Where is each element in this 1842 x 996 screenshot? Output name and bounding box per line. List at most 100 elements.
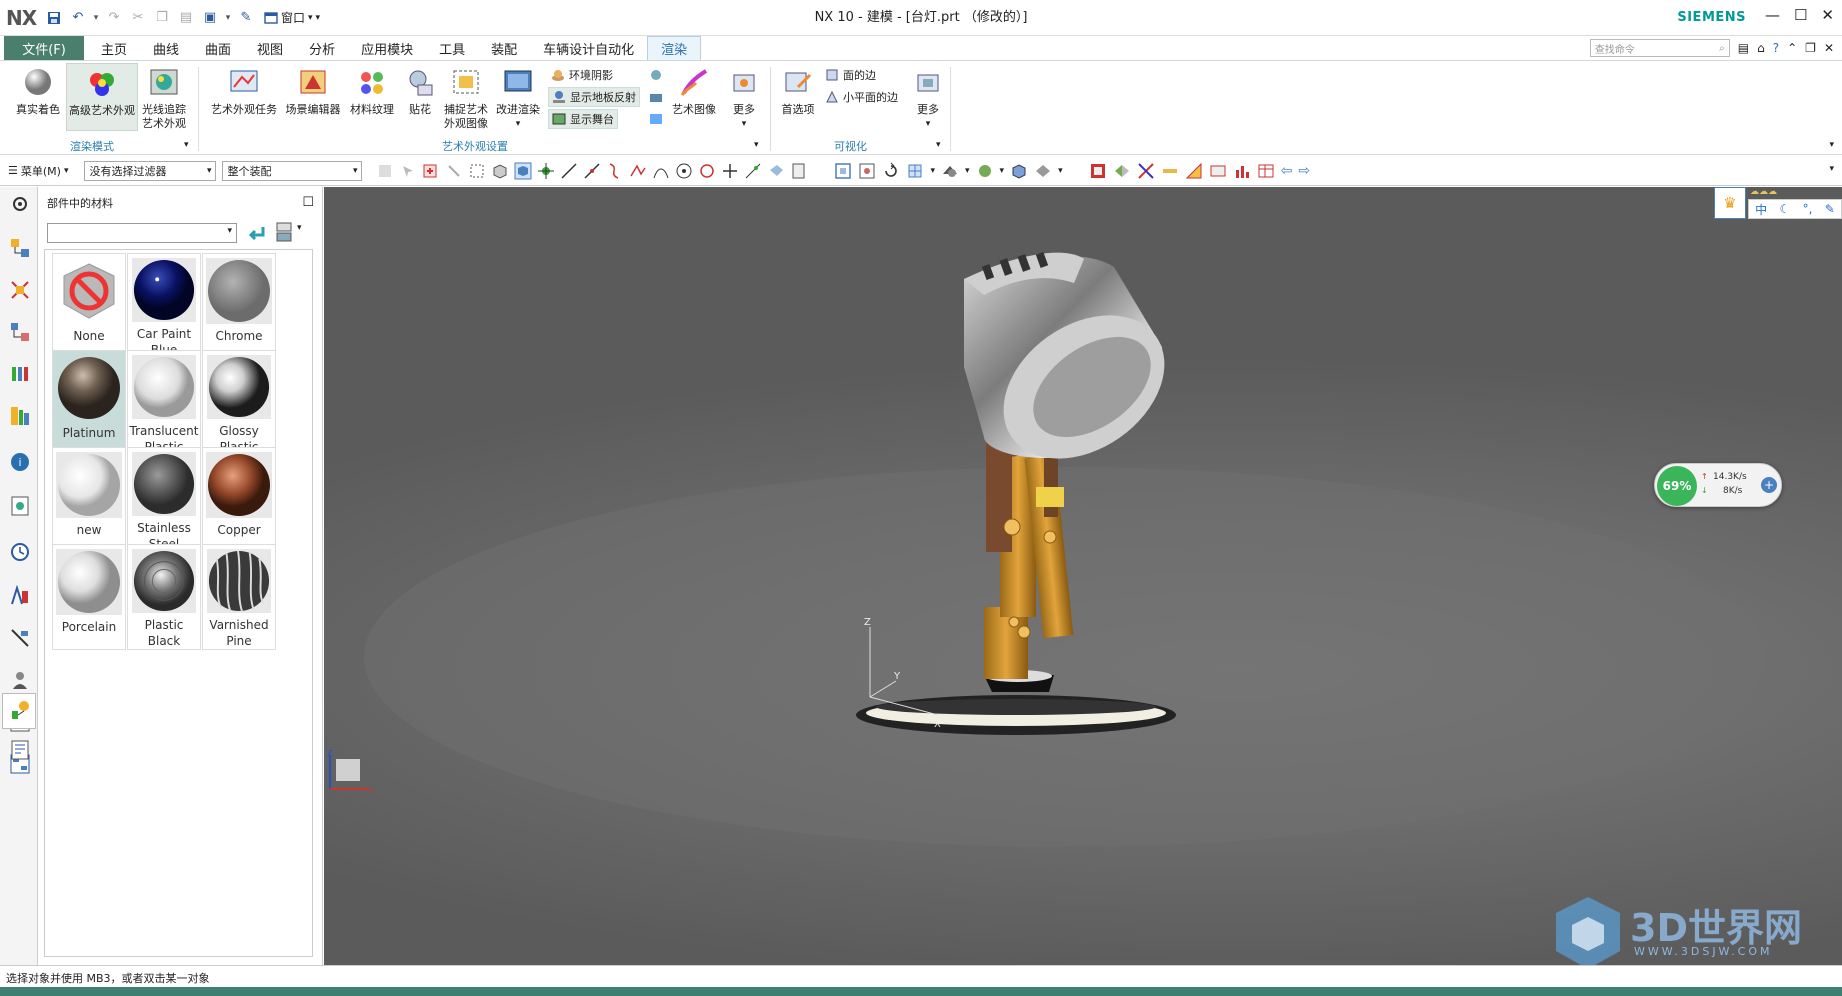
chevron-down-icon[interactable]: ▾ [1000,166,1005,176]
background-sphere-icon[interactable] [976,162,994,180]
maximize-panel-icon[interactable]: ☐ [302,195,314,210]
assembly-scope-select[interactable]: 整个装配 ▾ [222,160,363,181]
moon-icon[interactable]: ☾ [1780,202,1791,216]
tab-view[interactable]: 视图 [244,36,296,60]
advanced-studio-button[interactable]: 高级艺术外观 [66,63,138,131]
capture-studio-image-button[interactable]: 捕捉艺术外观图像 [440,67,492,131]
face-edges-toggle[interactable]: 面的边 [822,65,879,85]
midpoint-icon[interactable] [583,162,601,180]
art-more-button[interactable]: 更多 ▾ [726,67,762,131]
studio-task-button[interactable]: 艺术外观任务 [208,67,280,117]
rectangle-select-icon[interactable] [468,162,486,180]
material-porcelain[interactable]: Porcelain [52,544,126,650]
hd3d-tools-icon[interactable] [9,405,31,427]
floor-reflection-toggle[interactable]: 显示地板反射 [548,87,640,107]
collapse-ribbon-icon[interactable]: ⌃ [1787,41,1797,55]
grid-icon[interactable] [1209,162,1227,180]
clipping-icon[interactable] [1034,162,1052,180]
visualization-more-button[interactable]: 更多 ▾ [910,67,946,131]
zoom-icon[interactable] [858,162,876,180]
tab-analysis[interactable]: 分析 [296,36,348,60]
snap-point-icon[interactable] [537,162,555,180]
material-none[interactable]: None [52,253,126,359]
bounded-grid-icon[interactable] [790,162,808,180]
tab-application[interactable]: 应用模块 [348,36,426,60]
cut-icon[interactable]: ✂ [126,6,150,30]
deselect-icon[interactable] [445,162,463,180]
material-platinum[interactable]: Platinum [52,350,126,456]
material-copper[interactable]: Copper [202,447,276,553]
orient-view-icon[interactable] [906,162,924,180]
show-stage-toggle[interactable]: 显示舞台 [548,109,618,129]
preferences-button[interactable]: 首选项 [776,67,820,117]
forward-arrow-icon[interactable]: ⇨ [1298,163,1310,179]
help-back-icon[interactable]: ⌂ [1757,41,1765,55]
point-on-curve-icon[interactable] [744,162,762,180]
chevron-down-icon[interactable]: ▾ [965,166,970,176]
chevron-down-icon[interactable]: ▾ [930,166,935,176]
group-expand-icon[interactable]: ▾ [754,140,759,150]
save-icon[interactable] [42,6,66,30]
layer-settings-icon[interactable] [1089,162,1107,180]
intersection-icon[interactable] [652,162,670,180]
measure-icon[interactable] [1137,162,1155,180]
tab-surface[interactable]: 曲面 [192,36,244,60]
graphics-window[interactable]: Z X Y Z X ♛ ☁☁☁ 中 ☾ °, ✎ 69% ↑ ↓ 14.3K/s… [324,187,1842,965]
copy-icon[interactable]: ❐ [150,6,174,30]
ray-traced-studio-button[interactable]: 光线追踪艺术外观 [138,67,190,131]
punctuation-icon[interactable]: °, [1803,202,1813,216]
tab-tools[interactable]: 工具 [426,36,478,60]
assembly-navigator-icon[interactable] [9,237,31,259]
tab-curve[interactable]: 曲线 [140,36,192,60]
art-image-button[interactable]: 艺术图像 [670,67,718,117]
view-triad[interactable]: Z X [326,747,376,797]
ribbon-layout-icon[interactable]: ▤ [1738,41,1749,55]
material-texture-button[interactable]: 材料纹理 [344,67,400,117]
progressive-render-button[interactable]: 改进渲染 ▾ [492,67,544,131]
reuse-library-icon[interactable] [9,363,31,385]
solid-select-icon[interactable] [491,162,509,180]
arc-center-icon[interactable] [675,162,693,180]
tab-assembly[interactable]: 装配 [478,36,530,60]
paste-icon[interactable]: ▤ [174,6,198,30]
tab-vehicle-design[interactable]: 车辆设计自动化 [530,36,647,60]
small-tool-3[interactable] [646,109,666,129]
process-studio-icon[interactable] [9,585,31,607]
undo-icon[interactable]: ↶ [66,6,90,30]
group-expand-icon[interactable]: ▾ [936,140,941,150]
web-page-icon[interactable] [9,495,31,517]
repeat-command-icon[interactable]: ▣ [198,6,222,30]
touch-mode-icon[interactable]: ✎ [234,6,258,30]
material-glossy-plastic[interactable]: Glossy Plastic [202,350,276,456]
chevron-down-icon[interactable]: ▾ [297,223,302,233]
manufacturing-wizard-icon[interactable] [9,627,31,649]
search-icon[interactable]: ⌕ [1719,43,1725,54]
general-select-icon[interactable] [399,162,417,180]
add-icon[interactable]: + [1761,477,1777,493]
redo-icon[interactable]: ↷ [102,6,126,30]
gear-icon[interactable] [9,193,31,215]
ime-chinese-mode[interactable]: 中 [1755,201,1767,218]
minimize-icon[interactable]: — [1765,6,1780,24]
part-navigator-icon[interactable] [9,321,31,343]
decal-button[interactable]: 贴花 [400,67,440,117]
view-options-icon[interactable] [275,221,293,243]
apply-material-icon[interactable] [247,223,267,243]
rotate-icon[interactable] [882,162,900,180]
small-tool-2[interactable] [646,87,666,107]
distance-icon[interactable] [1161,162,1179,180]
dropdown-icon[interactable]: ▾ [90,6,102,30]
ribbon-options-icon[interactable]: ▾ [1829,140,1834,150]
curve-point-icon[interactable] [606,162,624,180]
constraint-navigator-icon[interactable] [9,279,31,301]
main-menu-button[interactable]: ☰ 菜单(M) ▾ [8,163,68,179]
table-icon[interactable] [1257,162,1275,180]
add-select-icon[interactable] [422,162,440,180]
existing-point-icon[interactable] [721,162,739,180]
material-new[interactable]: new [52,447,126,553]
role-icon[interactable] [9,669,31,691]
dropdown-icon[interactable]: ▾ [222,6,234,30]
edit-section-icon[interactable] [1010,162,1028,180]
chart-icon[interactable] [1233,162,1251,180]
textures-icon[interactable] [9,739,31,761]
